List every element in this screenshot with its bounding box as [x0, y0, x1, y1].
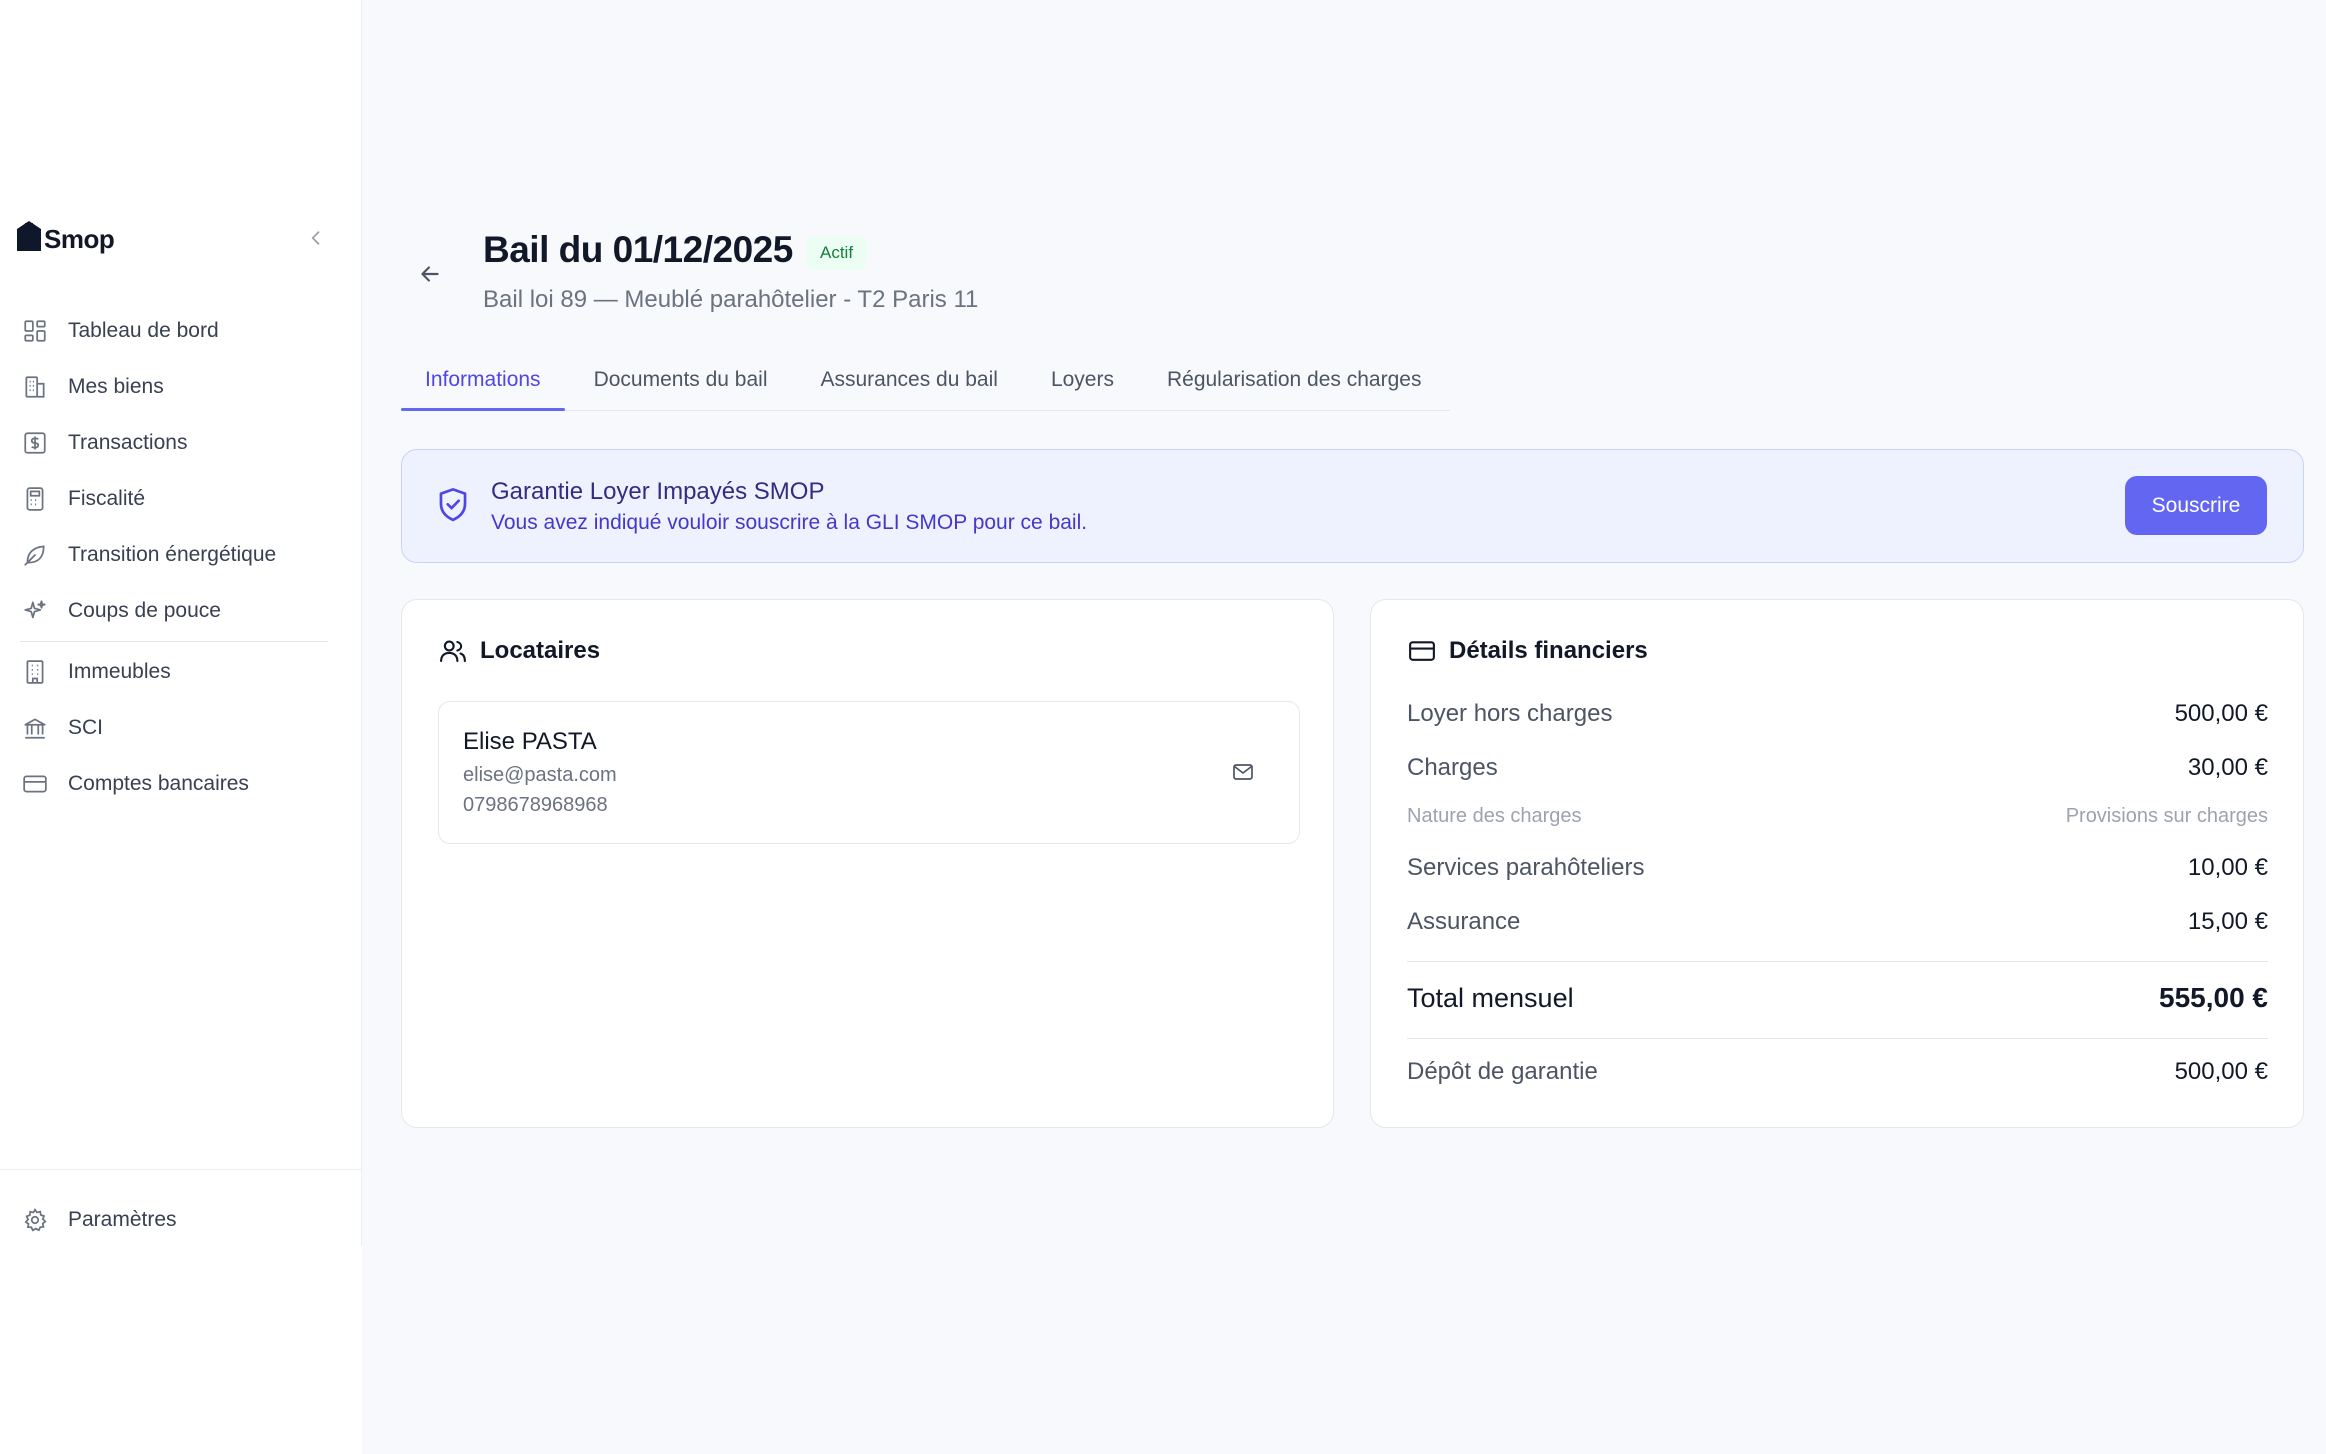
- sidebar-item-transactions[interactable]: Transactions: [0, 415, 362, 471]
- fin-row-charges: Charges 30,00 €: [1407, 754, 2268, 782]
- tenant-email: elise@pasta.com: [463, 764, 617, 786]
- fin-row-nature-charges: Nature des charges Provisions sur charge…: [1407, 805, 2268, 828]
- banner-text: Vous avez indiqué vouloir souscrire à la…: [491, 511, 1088, 534]
- sidebar-item-transition-energetique[interactable]: Transition énergétique: [0, 527, 362, 583]
- email-tenant-button[interactable]: [1225, 754, 1261, 790]
- fin-row-loyer: Loyer hors charges 500,00 €: [1407, 700, 2268, 728]
- chevron-left-icon: [311, 231, 320, 245]
- tab-bar: Informations Documents du bail Assurance…: [401, 356, 1451, 411]
- card-title: Détails financiers: [1449, 637, 1648, 664]
- sidebar-item-label: Coups de pouce: [68, 599, 221, 622]
- collapse-sidebar-button[interactable]: [300, 222, 332, 254]
- banner-title: Garantie Loyer Impayés SMOP: [491, 478, 825, 505]
- building-icon: [20, 657, 50, 687]
- tab-assurances-du-bail[interactable]: Assurances du bail: [797, 356, 1022, 410]
- fin-value: 15,00 €: [2187, 908, 2268, 935]
- leaf-icon: [20, 540, 50, 570]
- fin-label: Charges: [1407, 754, 1498, 781]
- sidebar-item-immeubles[interactable]: Immeubles: [0, 644, 362, 700]
- sidebar-item-coups-de-pouce[interactable]: Coups de pouce: [0, 583, 362, 639]
- fin-label: Total mensuel: [1407, 982, 1574, 1013]
- sidebar-item-mes-biens[interactable]: Mes biens: [0, 359, 362, 415]
- logo-text: Smop: [44, 224, 115, 254]
- fin-value: 500,00 €: [2174, 1058, 2268, 1085]
- financial-details-card: Détails financiers Loyer hors charges 50…: [1370, 599, 2304, 1128]
- subscribe-button[interactable]: Souscrire: [2125, 476, 2267, 535]
- fin-row-total: Total mensuel 555,00 €: [1407, 982, 2268, 1014]
- divider: [1407, 1038, 2268, 1039]
- gli-banner: Garantie Loyer Impayés SMOP Vous avez in…: [401, 449, 2304, 563]
- divider: [1407, 961, 2268, 962]
- fin-label: Dépôt de garantie: [1407, 1058, 1598, 1085]
- sidebar-item-sci[interactable]: SCI: [0, 700, 362, 756]
- sidebar-item-label: Paramètres: [68, 1208, 177, 1231]
- sidebar-nav: Tableau de bord Mes biens Transactions F…: [0, 303, 362, 812]
- calculator-icon: [20, 484, 50, 514]
- tenants-card-header: Locataires: [438, 636, 600, 666]
- mail-icon: [1233, 764, 1253, 780]
- status-badge: Actif: [806, 236, 868, 270]
- nav-divider: [20, 641, 328, 642]
- tab-documents-du-bail[interactable]: Documents du bail: [570, 356, 792, 410]
- tenant-item: Elise PASTA elise@pasta.com 079867896896…: [438, 701, 1300, 844]
- sidebar-item-label: Transactions: [68, 431, 188, 454]
- fin-label: Loyer hors charges: [1407, 700, 1613, 727]
- sidebar-item-label: Mes biens: [68, 375, 164, 398]
- fin-value: 500,00 €: [2174, 700, 2268, 727]
- fin-value: 555,00 €: [2159, 982, 2268, 1013]
- tab-loyers[interactable]: Loyers: [1027, 356, 1138, 410]
- sidebar-item-label: Tableau de bord: [68, 319, 219, 342]
- sidebar-item-fiscalite[interactable]: Fiscalité: [0, 471, 362, 527]
- gear-icon: [20, 1205, 50, 1235]
- sidebar-item-label: Fiscalité: [68, 487, 146, 510]
- house-logo-icon: [17, 221, 41, 251]
- sparkles-icon: [20, 596, 50, 626]
- tenants-card: Locataires Elise PASTA elise@pasta.com 0…: [401, 599, 1334, 1128]
- tenant-phone: 0798678968968: [463, 794, 608, 816]
- fin-value: 10,00 €: [2187, 854, 2268, 881]
- buildings-icon: [20, 372, 50, 402]
- page-title: Bail du 01/12/2025: [483, 229, 793, 270]
- sidebar-item-label: Comptes bancaires: [68, 772, 249, 795]
- fin-row-depot: Dépôt de garantie 500,00 €: [1407, 1058, 2268, 1086]
- tenant-name: Elise PASTA: [463, 728, 597, 755]
- users-icon: [438, 636, 468, 666]
- page-subtitle: Bail loi 89 — Meublé parahôtelier - T2 P…: [483, 286, 979, 313]
- fin-label: Services parahôteliers: [1407, 854, 1645, 881]
- fin-value: 30,00 €: [2187, 754, 2268, 781]
- back-button[interactable]: [412, 256, 448, 292]
- logo[interactable]: Smop: [16, 220, 115, 254]
- fin-label: Assurance: [1407, 908, 1521, 935]
- fin-value: Provisions sur charges: [2065, 805, 2268, 827]
- shield-check-icon: [436, 486, 470, 529]
- sidebar-item-label: Immeubles: [68, 660, 171, 683]
- sidebar-item-label: Transition énergétique: [68, 543, 277, 566]
- tab-informations[interactable]: Informations: [401, 356, 565, 411]
- bank-icon: [20, 713, 50, 743]
- fin-row-services: Services parahôteliers 10,00 €: [1407, 854, 2268, 882]
- sidebar: Smop Tableau de bord Mes biens Transacti…: [0, 0, 362, 1454]
- sidebar-blank-area: [0, 1246, 362, 1454]
- sidebar-footer: Paramètres: [0, 1169, 362, 1248]
- fin-label: Nature des charges: [1407, 805, 1582, 827]
- sidebar-item-tableau-de-bord[interactable]: Tableau de bord: [0, 303, 362, 359]
- credit-card-icon: [20, 769, 50, 799]
- financial-card-header: Détails financiers: [1407, 636, 1648, 666]
- sidebar-item-label: SCI: [68, 716, 104, 739]
- fin-row-assurance: Assurance 15,00 €: [1407, 908, 2268, 936]
- credit-card-icon: [1407, 636, 1437, 666]
- tab-regularisation-des-charges[interactable]: Régularisation des charges: [1143, 356, 1445, 410]
- sidebar-item-parametres[interactable]: Paramètres: [0, 1192, 362, 1248]
- dollar-icon: [20, 428, 50, 458]
- card-title: Locataires: [480, 637, 601, 664]
- dashboard-icon: [20, 316, 50, 346]
- sidebar-item-comptes-bancaires[interactable]: Comptes bancaires: [0, 756, 362, 812]
- arrow-left-icon: [421, 266, 439, 282]
